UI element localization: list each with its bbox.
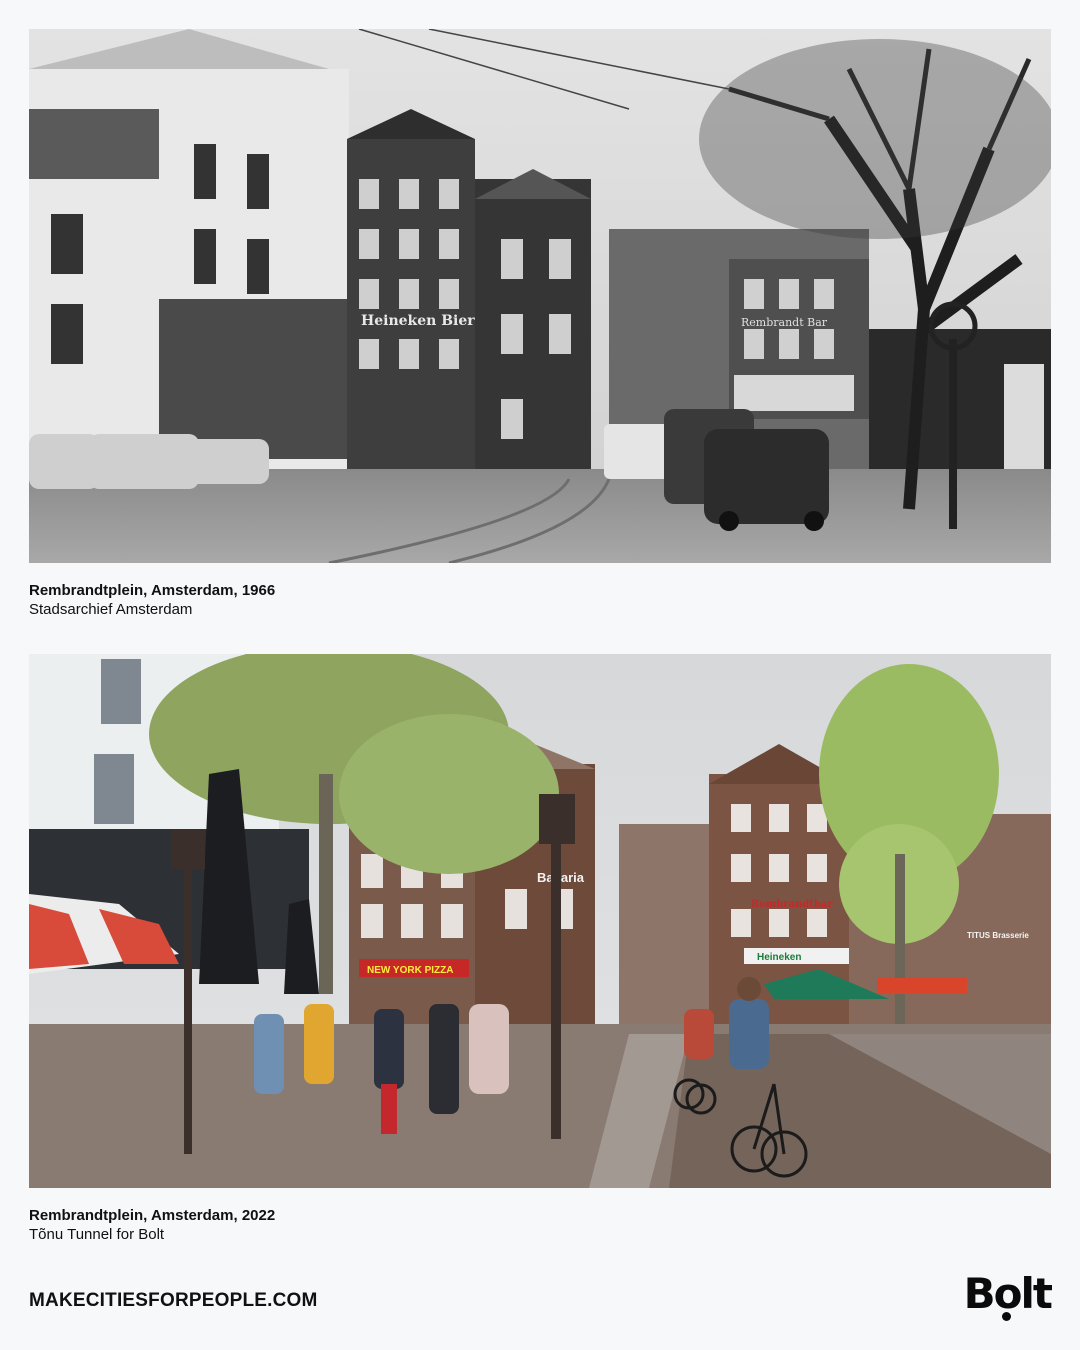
sign-rembrandt-1966: Rembrandt Bar xyxy=(741,316,828,329)
caption-title: Rembrandtplein, Amsterdam, 1966 xyxy=(29,582,276,599)
caption-2022: Rembrandtplein, Amsterdam, 2022 Tõnu Tun… xyxy=(29,1206,929,1244)
photo-2022-illustration: Bavaria NEW YORK PIZZA Rembrandtbar Hein… xyxy=(29,654,1051,1188)
caption-credit: Tõnu Tunnel for Bolt xyxy=(29,1226,165,1243)
sign-heineken-1966: Heineken Bier xyxy=(361,313,475,329)
sign-newyork-pizza: NEW YORK PIZZA xyxy=(367,965,453,976)
footer-url-link[interactable]: MAKECITIESFORPEOPLE.COM xyxy=(29,1290,318,1312)
sign-titus: TITUS Brasserie xyxy=(967,931,1029,940)
bolt-logo-text: Bolt xyxy=(963,1269,1053,1318)
caption-1966: Rembrandtplein, Amsterdam, 1966 Stadsarc… xyxy=(29,581,929,619)
photo-2022: Bavaria NEW YORK PIZZA Rembrandtbar Hein… xyxy=(29,654,1051,1188)
car-1966 xyxy=(704,429,829,524)
bolt-logo-dot xyxy=(1001,1312,1011,1321)
bolt-logo: Bolt xyxy=(963,1268,1053,1321)
caption-credit: Stadsarchief Amsterdam xyxy=(29,601,193,618)
sign-rembrandtbar: Rembrandtbar xyxy=(751,899,833,910)
photo-1966: Heineken Bier Rembrandt Bar xyxy=(29,29,1051,563)
caption-title: Rembrandtplein, Amsterdam, 2022 xyxy=(29,1207,276,1224)
sign-heineken-2022: Heineken xyxy=(757,952,801,963)
photo-1966-illustration: Heineken Bier Rembrandt Bar xyxy=(29,29,1051,563)
